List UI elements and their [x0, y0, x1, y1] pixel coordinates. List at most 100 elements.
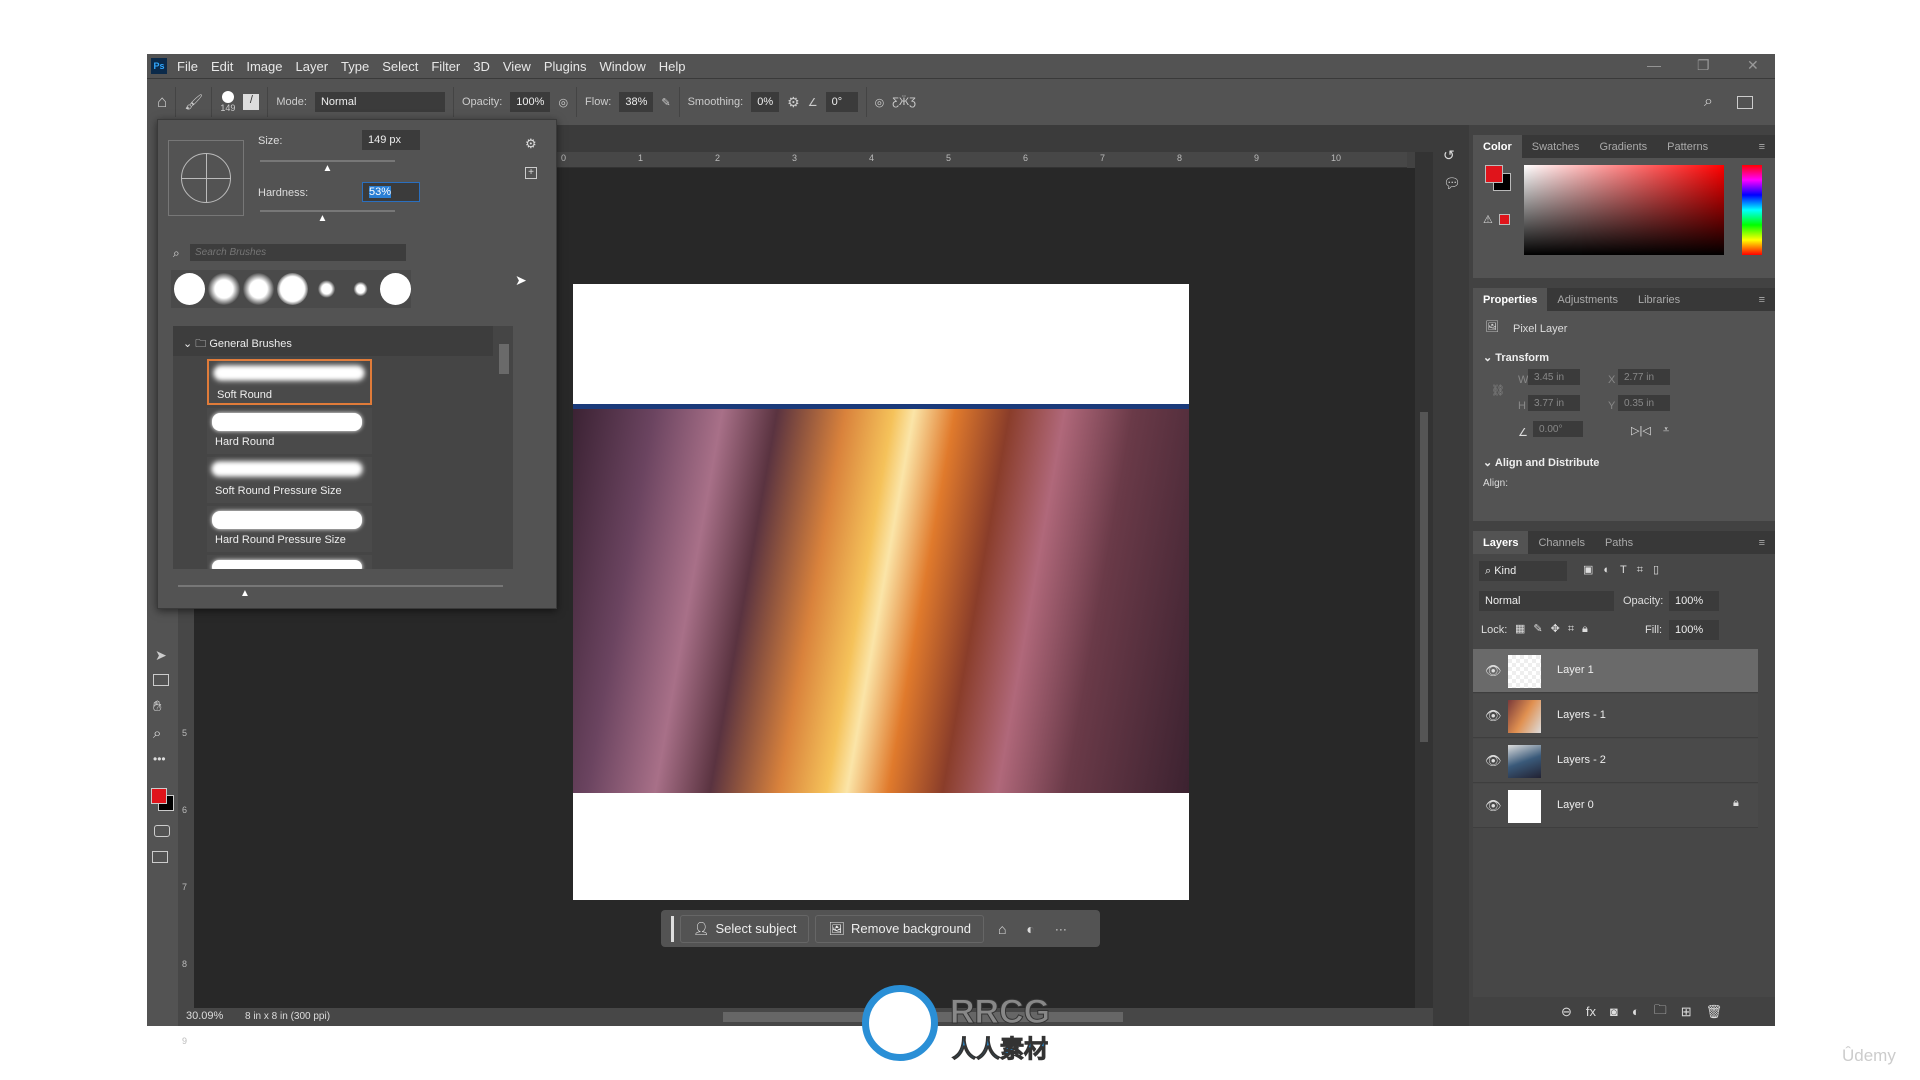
- panel-menu-icon[interactable]: ≡: [1749, 531, 1775, 554]
- delete-layer-icon[interactable]: 🗑︎: [1706, 1004, 1723, 1020]
- eye-icon[interactable]: 👁︎: [1485, 708, 1502, 724]
- size-slider[interactable]: ▲: [260, 160, 395, 174]
- quick-mask-icon[interactable]: [154, 825, 170, 837]
- more-tools-icon[interactable]: •••: [153, 752, 166, 766]
- remove-background-button[interactable]: 🖼︎ Remove background: [815, 914, 984, 943]
- color-field[interactable]: [1524, 165, 1724, 255]
- symmetry-butterfly-icon[interactable]: ƸӜƷ: [892, 96, 916, 108]
- layer-opacity-field[interactable]: 100%: [1669, 591, 1719, 611]
- align-distribute-section[interactable]: ⌄ Align and Distribute: [1483, 456, 1599, 469]
- tab-adjustments[interactable]: Adjustments: [1547, 288, 1628, 311]
- opacity-field[interactable]: 100%: [510, 92, 551, 112]
- tab-channels[interactable]: Channels: [1528, 531, 1594, 554]
- recent-brush[interactable]: [208, 273, 240, 305]
- hand-tool-icon[interactable]: ✋︎: [153, 698, 162, 715]
- layer-row-layers-2[interactable]: 👁︎ Layers - 2: [1473, 739, 1758, 783]
- gamut-color-swatch[interactable]: [1499, 214, 1510, 225]
- flip-horizontal-icon[interactable]: ▷|◁: [1631, 424, 1651, 437]
- recent-brush[interactable]: [242, 273, 274, 305]
- workspace-icon[interactable]: [1737, 95, 1753, 109]
- document-canvas[interactable]: [573, 284, 1189, 900]
- preview-size-thumb[interactable]: ▲: [240, 588, 250, 599]
- foreground-color-swatch[interactable]: [151, 788, 167, 804]
- close-button[interactable]: ✕: [1747, 57, 1759, 74]
- menu-view[interactable]: View: [503, 59, 531, 74]
- folder-general-brushes[interactable]: ⌄ 🗀︎ General Brushes: [173, 326, 493, 356]
- select-subject-button[interactable]: 👤︎ Select subject: [680, 914, 810, 943]
- brush-hard-round[interactable]: Hard Round: [207, 408, 372, 454]
- brush-soft-round[interactable]: Soft Round: [207, 359, 372, 405]
- menu-file[interactable]: File: [177, 59, 198, 74]
- eye-icon[interactable]: 👁︎: [1485, 753, 1502, 769]
- layer-row-layer-0[interactable]: 👁︎ Layer 0 🔒︎: [1473, 784, 1758, 828]
- rotation-field[interactable]: 0.00°: [1533, 421, 1583, 437]
- recent-brush[interactable]: [174, 273, 206, 305]
- restore-button[interactable]: ❐: [1697, 57, 1710, 74]
- flip-vertical-icon[interactable]: ⩡: [1663, 424, 1669, 437]
- adjustment-layer-icon[interactable]: ◐: [1632, 1004, 1640, 1019]
- lasso-icon[interactable]: ⌂: [998, 921, 1006, 937]
- tab-gradients[interactable]: Gradients: [1589, 135, 1657, 158]
- brush-preset-picker[interactable]: 149: [220, 91, 235, 113]
- adjustment-icon[interactable]: ◐: [1026, 921, 1034, 937]
- tab-libraries[interactable]: Libraries: [1628, 288, 1690, 311]
- menu-window[interactable]: Window: [599, 59, 645, 74]
- height-field[interactable]: 3.77 in: [1528, 395, 1580, 411]
- hardness-field[interactable]: 53%: [362, 182, 420, 202]
- brush-tool-icon[interactable]: 🖌︎: [184, 93, 203, 111]
- brush-angle-preview[interactable]: [168, 140, 244, 216]
- comments-icon[interactable]: 💬︎: [1443, 175, 1461, 192]
- link-layers-icon[interactable]: ⊖: [1561, 1004, 1572, 1020]
- lock-icons[interactable]: ▦✎✥⌗🔒︎: [1515, 622, 1596, 636]
- filter-kind-select[interactable]: ⌕ Kind: [1479, 561, 1567, 581]
- zoom-level[interactable]: 30.09%: [186, 1010, 223, 1022]
- link-icon[interactable]: ⛓: [1491, 384, 1505, 397]
- hardness-slider[interactable]: ▲: [260, 210, 395, 224]
- menu-edit[interactable]: Edit: [211, 59, 233, 74]
- y-field[interactable]: 0.35 in: [1618, 395, 1670, 411]
- layer-filter-icons[interactable]: ▣◐T⌗▯: [1583, 563, 1669, 577]
- hardness-slider-thumb[interactable]: ▲: [318, 213, 328, 224]
- flow-field[interactable]: 38%: [619, 92, 654, 112]
- pressure-opacity-icon[interactable]: ◎: [558, 96, 568, 109]
- layer-row-layer-1[interactable]: 👁︎ Layer 1: [1473, 649, 1758, 693]
- recent-brush[interactable]: [354, 281, 369, 297]
- tab-color[interactable]: Color: [1473, 135, 1522, 158]
- preview-size-slider[interactable]: ▲: [178, 585, 503, 599]
- gear-icon[interactable]: ⚙: [525, 136, 537, 152]
- brush-soft-round-pressure-size[interactable]: Soft Round Pressure Size: [207, 457, 372, 503]
- tab-layers[interactable]: Layers: [1473, 531, 1529, 554]
- transform-section[interactable]: ⌄ Transform: [1483, 351, 1549, 364]
- tab-swatches[interactable]: Swatches: [1522, 135, 1590, 158]
- brush-hard-round-pressure-size[interactable]: Hard Round Pressure Size: [207, 506, 372, 552]
- out-of-gamut-warning-icon[interactable]: ⚠: [1483, 213, 1493, 226]
- mode-select[interactable]: Normal: [314, 92, 445, 112]
- menu-image[interactable]: Image: [246, 59, 282, 74]
- zoom-tool-icon[interactable]: ⌕: [153, 725, 161, 742]
- size-field[interactable]: 149 px: [362, 130, 420, 150]
- menu-layer[interactable]: Layer: [296, 59, 329, 74]
- panel-menu-icon[interactable]: ≡: [1749, 288, 1775, 311]
- tab-properties[interactable]: Properties: [1473, 288, 1548, 311]
- tab-patterns[interactable]: Patterns: [1657, 135, 1718, 158]
- more-options-button[interactable]: ···: [1055, 922, 1067, 936]
- menu-plugins[interactable]: Plugins: [544, 59, 587, 74]
- home-icon[interactable]: ⌂: [157, 92, 167, 112]
- airbrush-icon[interactable]: ✎: [661, 96, 670, 109]
- new-preset-icon[interactable]: +: [525, 167, 537, 179]
- tab-paths[interactable]: Paths: [1595, 531, 1643, 554]
- brush-settings-icon[interactable]: /: [243, 94, 260, 110]
- add-mask-icon[interactable]: ◙: [1610, 1004, 1618, 1019]
- move-tool-icon[interactable]: ➤: [155, 647, 167, 664]
- gear-icon[interactable]: ⚙: [787, 94, 800, 111]
- minimize-button[interactable]: —: [1647, 57, 1661, 73]
- menu-filter[interactable]: Filter: [431, 59, 460, 74]
- search-brushes-input[interactable]: [190, 244, 406, 261]
- angle-field[interactable]: 0°: [825, 92, 858, 112]
- document-info[interactable]: 8 in x 8 in (300 ppi): [245, 1011, 330, 1022]
- x-field[interactable]: 2.77 in: [1618, 369, 1670, 385]
- pressure-size-icon[interactable]: ◎: [875, 96, 885, 109]
- blend-mode-select[interactable]: Normal: [1479, 591, 1614, 611]
- hue-slider[interactable]: [1742, 165, 1762, 255]
- recent-brush[interactable]: [318, 280, 336, 298]
